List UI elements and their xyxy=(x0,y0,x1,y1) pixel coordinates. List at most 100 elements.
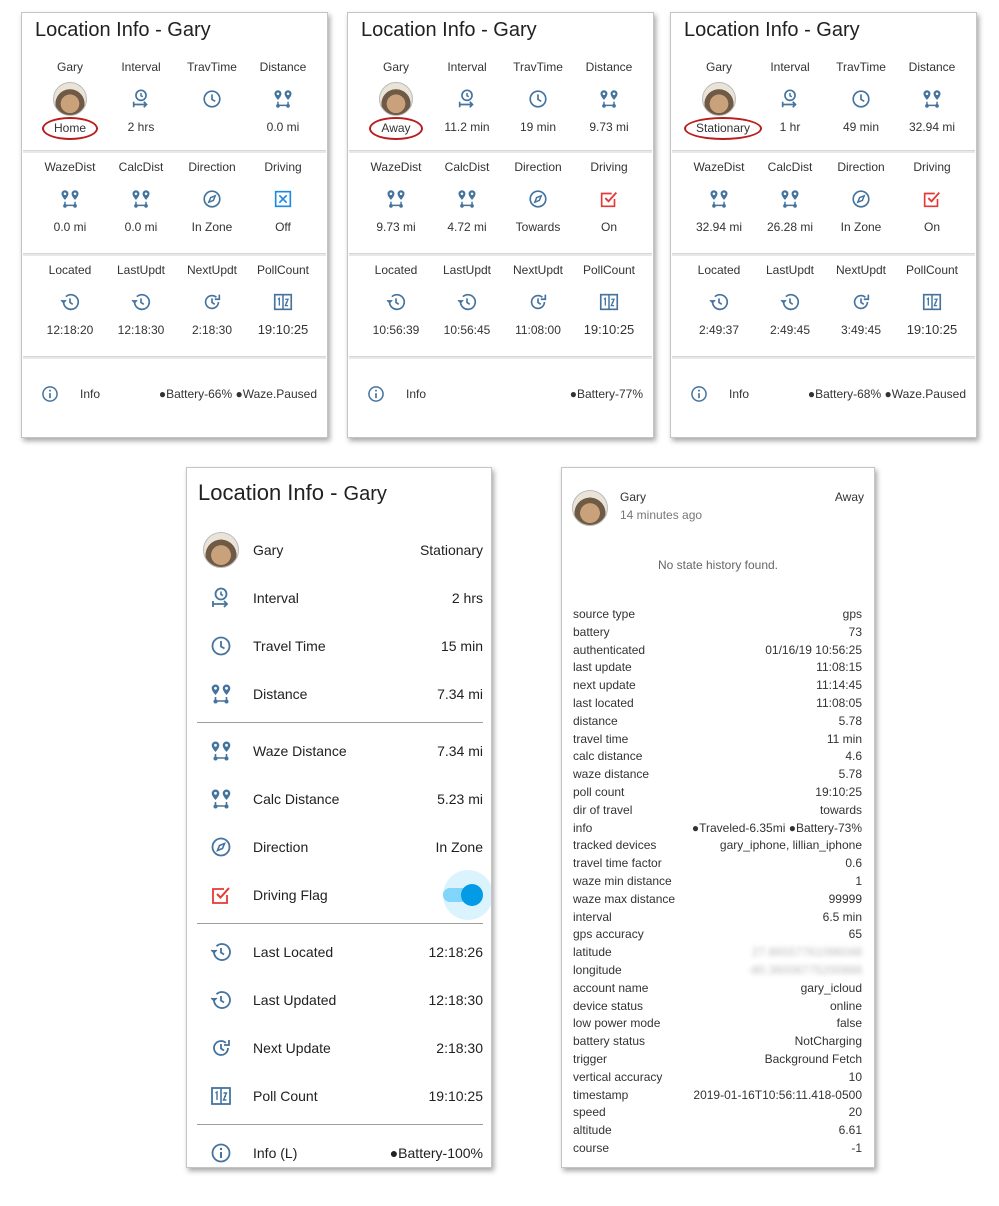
glance-item-calcdist[interactable]: CalcDist 26.28 mi xyxy=(755,153,825,237)
glance-item-distance[interactable]: Distance 0.0 mi xyxy=(248,53,318,137)
glance-item-direction[interactable]: Direction In Zone xyxy=(177,153,247,237)
info-icon xyxy=(203,1141,239,1165)
attribute-key: low power mode xyxy=(573,1016,661,1031)
glance-item-travtime[interactable]: TravTime 19 min xyxy=(503,53,573,137)
glance-item-lastupdt[interactable]: LastUpdt 10:56:45 xyxy=(432,256,502,340)
state-highlight: Away xyxy=(369,117,423,140)
glance-item-calcdist[interactable]: CalcDist 4.72 mi xyxy=(432,153,502,237)
attribute-value: 65 xyxy=(848,927,862,942)
glance-item-lastupdt[interactable]: LastUpdt 12:18:30 xyxy=(106,256,176,340)
attribute-row: travel time 11 min xyxy=(573,731,862,749)
glance-item-gary[interactable]: Gary Stationary xyxy=(684,53,763,140)
glance-item-calcdist[interactable]: CalcDist 0.0 mi xyxy=(106,153,176,237)
glance-item-driving[interactable]: Driving Off xyxy=(248,153,318,237)
glance-item-interval[interactable]: Interval 2 hrs xyxy=(106,53,176,137)
avatar xyxy=(35,82,105,116)
entity-value: Stationary xyxy=(419,542,483,558)
glance-item-name: WazeDist xyxy=(44,160,96,174)
glance-item-travtime[interactable]: TravTime 49 min xyxy=(826,53,896,137)
entity-row-driving-flag[interactable]: Driving Flag xyxy=(187,870,491,920)
entity-row-poll-count[interactable]: Poll Count 19:10:25 xyxy=(187,1072,491,1120)
glance-item-direction[interactable]: Direction In Zone xyxy=(826,153,896,237)
glance-item-pollcount[interactable]: PollCount 19:10:25 xyxy=(248,256,318,340)
checkbox-on-icon xyxy=(897,184,967,214)
info-row[interactable]: Info ●Battery-77% xyxy=(348,359,653,429)
attribute-key: source type xyxy=(573,607,636,621)
state-highlight: Stationary xyxy=(684,117,763,140)
attribute-row: speed 20 xyxy=(573,1104,862,1122)
driving-flag-toggle[interactable] xyxy=(443,870,491,920)
entity-row-direction[interactable]: Direction In Zone xyxy=(187,823,491,871)
attribute-value: 01/16/19 10:56:25 xyxy=(765,642,862,657)
glance-item-state: 4.72 mi xyxy=(447,220,487,234)
attribute-key: distance xyxy=(573,713,618,728)
glance-item-lastupdt[interactable]: LastUpdt 2:49:45 xyxy=(755,256,825,340)
history-icon xyxy=(684,287,754,317)
attribute-row: battery 73 xyxy=(573,624,862,642)
entity-row-calc-distance[interactable]: Calc Distance 5.23 mi xyxy=(187,775,491,823)
entity-row-gary[interactable]: Gary Stationary xyxy=(187,526,491,574)
entity-value: 2:18:30 xyxy=(436,1040,483,1056)
glance-item-wazedist[interactable]: WazeDist 9.73 mi xyxy=(361,153,431,237)
glance-card-away: Location Info - Gary Gary Away Interval 11.2… xyxy=(347,12,654,438)
info-label: Info xyxy=(406,387,427,401)
glance-item-distance[interactable]: Distance 32.94 mi xyxy=(897,53,967,137)
entity-row-info-l[interactable]: Info (L) ●Battery-100% xyxy=(187,1129,491,1167)
attribute-value: 11 min xyxy=(826,731,862,746)
map-marker-distance-icon xyxy=(203,739,239,763)
glance-item-distance[interactable]: Distance 9.73 mi xyxy=(574,53,644,137)
glance-item-gary[interactable]: Gary Home xyxy=(35,53,105,140)
entity-row-waze-distance[interactable]: Waze Distance 7.34 mi xyxy=(187,727,491,775)
glance-item-state: 19:10:25 xyxy=(583,322,635,337)
glance-item-state: 2:49:37 xyxy=(698,323,740,337)
info-row[interactable]: Info ●Battery-66% ●Waze.Paused xyxy=(22,359,327,429)
glance-item-travtime[interactable]: TravTime xyxy=(177,53,247,137)
glance-item-state: On xyxy=(600,220,617,234)
glance-item-gary[interactable]: Gary Away xyxy=(361,53,431,140)
info-row[interactable]: Info ●Battery-68% ●Waze.Paused xyxy=(671,359,976,429)
attribute-row: timestamp 2019-01-16T10:56:11.418-0500 xyxy=(573,1087,862,1105)
history-icon xyxy=(755,287,825,317)
attribute-key: gps accuracy xyxy=(573,927,644,942)
attribute-value: 99999 xyxy=(828,891,862,906)
entity-row-distance[interactable]: Distance 7.34 mi xyxy=(187,670,491,718)
glance-item-interval[interactable]: Interval 11.2 min xyxy=(432,53,502,137)
glance-item-nextupdt[interactable]: NextUpdt 2:18:30 xyxy=(177,256,247,340)
attribute-row: gps accuracy 65 xyxy=(573,926,862,944)
glance-item-driving[interactable]: Driving On xyxy=(574,153,644,237)
glance-item-name: Direction xyxy=(514,160,562,174)
glance-item-nextupdt[interactable]: NextUpdt 3:49:45 xyxy=(826,256,896,340)
glance-item-interval[interactable]: Interval 1 hr xyxy=(755,53,825,137)
glance-item-located[interactable]: Located 2:49:37 xyxy=(684,256,754,340)
avatar xyxy=(53,82,87,116)
glance-item-wazedist[interactable]: WazeDist 32.94 mi xyxy=(684,153,754,237)
attribute-value: ●Traveled-6.35mi ●Battery-73% xyxy=(691,820,862,835)
glance-item-located[interactable]: Located 12:18:20 xyxy=(35,256,105,340)
glance-item-pollcount[interactable]: PollCount 19:10:25 xyxy=(897,256,967,340)
glance-item-pollcount[interactable]: PollCount 19:10:25 xyxy=(574,256,644,340)
entity-row-last-located[interactable]: Last Located 12:18:26 xyxy=(187,928,491,976)
glance-item-state: 26.28 mi xyxy=(766,220,814,234)
glance-item-state: 9.73 mi xyxy=(589,120,629,134)
attribute-key: latitude xyxy=(573,945,612,960)
entity-row-next-update[interactable]: Next Update 2:18:30 xyxy=(187,1024,491,1072)
entity-value: 2 hrs xyxy=(451,590,483,606)
attribute-row: vertical accuracy 10 xyxy=(573,1069,862,1087)
attribute-key: waze max distance xyxy=(573,891,676,906)
glance-item-driving[interactable]: Driving On xyxy=(897,153,967,237)
checkbox-on-icon xyxy=(574,184,644,214)
glance-item-wazedist[interactable]: WazeDist 0.0 mi xyxy=(35,153,105,237)
update-icon xyxy=(826,287,896,317)
attribute-row: calc distance 4.6 xyxy=(573,748,862,766)
glance-item-direction[interactable]: Direction Towards xyxy=(503,153,573,237)
avatar xyxy=(379,82,413,116)
glance-item-nextupdt[interactable]: NextUpdt 11:08:00 xyxy=(503,256,573,340)
entity-row-last-updated[interactable]: Last Updated 12:18:30 xyxy=(187,976,491,1024)
glance-item-located[interactable]: Located 10:56:39 xyxy=(361,256,431,340)
glance-item-name: Interval xyxy=(447,60,487,74)
more-info-dialog: Gary 14 minutes ago Away No state histor… xyxy=(561,467,875,1168)
attribute-value: -1 xyxy=(851,1140,862,1155)
entity-row-travel-time[interactable]: Travel Time 15 min xyxy=(187,622,491,670)
entity-row-interval[interactable]: Interval 2 hrs xyxy=(187,574,491,622)
glance-item-name: Driving xyxy=(264,160,302,174)
